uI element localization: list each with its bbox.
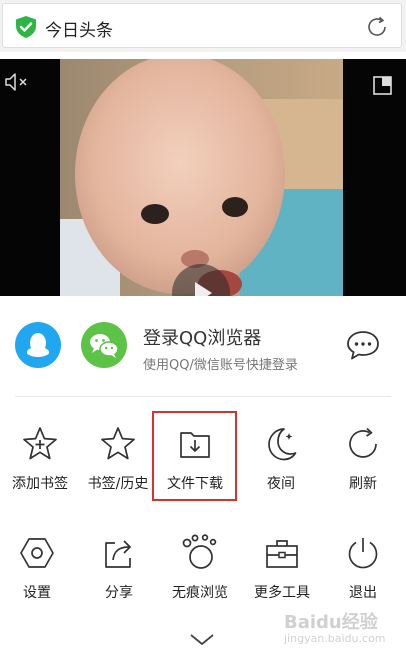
login-subtitle: 使用QQ/微信账号快捷登录 — [143, 358, 298, 373]
toolbox-icon — [266, 540, 298, 568]
play-icon — [195, 282, 212, 296]
menu-label: 更多工具 — [254, 585, 310, 601]
menu-label: 书签/历史 — [87, 476, 149, 492]
wechat-icon — [90, 334, 119, 358]
fullscreen-icon[interactable] — [373, 76, 392, 95]
share-icon — [105, 540, 131, 568]
bookmark-history-icon — [101, 427, 135, 460]
menu-label: 无痕浏览 — [172, 585, 228, 601]
settings-icon — [20, 538, 54, 568]
add-bookmark-icon — [23, 427, 57, 460]
night-mode-icon — [268, 428, 297, 461]
address-bar: 今日头条 — [0, 0, 406, 52]
highlight-box — [152, 411, 237, 501]
menu-label: 退出 — [349, 585, 377, 601]
mute-icon[interactable] — [4, 72, 30, 92]
video-thumbnail — [60, 59, 343, 296]
refresh-icon — [349, 427, 377, 458]
qq-login-button[interactable] — [15, 322, 61, 368]
menu-item-settings[interactable]: 设置 — [0, 534, 77, 634]
wechat-login-button[interactable] — [81, 322, 127, 368]
menu-label: 夜间 — [267, 476, 295, 492]
menu-item-add-bookmark[interactable]: 添加书签 — [0, 425, 80, 525]
menu-item-night-mode[interactable]: 夜间 — [241, 425, 321, 525]
divider — [15, 396, 391, 397]
power-icon — [348, 538, 378, 569]
menu-item-share[interactable]: 分享 — [79, 534, 159, 634]
login-row[interactable]: 登录QQ浏览器 使用QQ/微信账号快捷登录 — [0, 296, 406, 396]
video-player[interactable] — [0, 59, 406, 296]
login-title[interactable]: 登录QQ浏览器 — [143, 324, 261, 350]
incognito-icon — [182, 534, 217, 569]
play-button[interactable] — [172, 264, 230, 296]
menu-label: 设置 — [23, 585, 51, 601]
menu-item-refresh[interactable]: 刷新 — [323, 425, 403, 525]
url-field[interactable]: 今日头条 — [2, 3, 402, 48]
qq-penguin-icon — [27, 333, 49, 357]
menu-label: 分享 — [105, 585, 133, 601]
reload-icon[interactable] — [365, 15, 389, 39]
watermark-subtext: jingyan.baidu.com — [284, 632, 386, 645]
menu-item-incognito[interactable]: 无痕浏览 — [160, 534, 240, 634]
menu-label: 刷新 — [349, 476, 377, 492]
watermark-text: Baidu经验 — [284, 612, 378, 633]
message-icon[interactable] — [345, 329, 381, 361]
watermark: Baidu经验 jingyan.baidu.com — [284, 604, 402, 652]
menu-item-bookmark-history[interactable]: 书签/历史 — [78, 425, 158, 525]
menu-label: 添加书签 — [12, 476, 68, 492]
page-title: 今日头条 — [45, 21, 113, 41]
chevron-down-icon[interactable] — [189, 633, 215, 647]
shield-check-icon — [16, 16, 36, 38]
